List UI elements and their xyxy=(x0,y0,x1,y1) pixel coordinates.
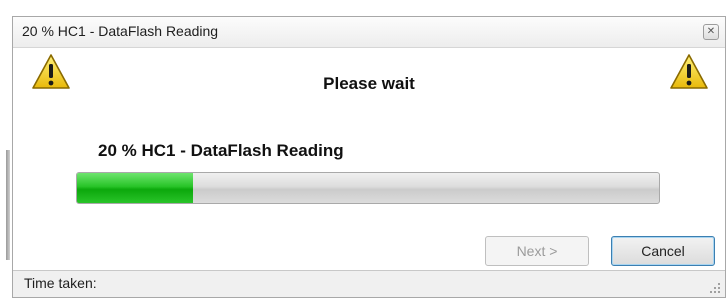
time-taken-label: Time taken: xyxy=(24,275,97,291)
progress-dialog: 20 % HC1 - DataFlash Reading ✕ Please wa… xyxy=(12,16,726,298)
dialog-heading: Please wait xyxy=(323,74,415,93)
progress-status-label: 20 % HC1 - DataFlash Reading xyxy=(98,141,344,160)
window-title: 20 % HC1 - DataFlash Reading xyxy=(22,23,219,39)
status-bar: Time taken: xyxy=(13,270,725,297)
progress-bar-fill xyxy=(77,173,194,203)
close-icon[interactable]: ✕ xyxy=(703,24,719,40)
next-button[interactable]: Next > xyxy=(485,236,589,266)
cancel-button[interactable]: Cancel xyxy=(611,236,715,266)
title-bar[interactable]: 20 % HC1 - DataFlash Reading ✕ xyxy=(13,17,725,48)
progress-bar xyxy=(76,172,660,204)
resize-grip-icon[interactable] xyxy=(709,282,721,294)
background-window-edge xyxy=(6,150,10,260)
